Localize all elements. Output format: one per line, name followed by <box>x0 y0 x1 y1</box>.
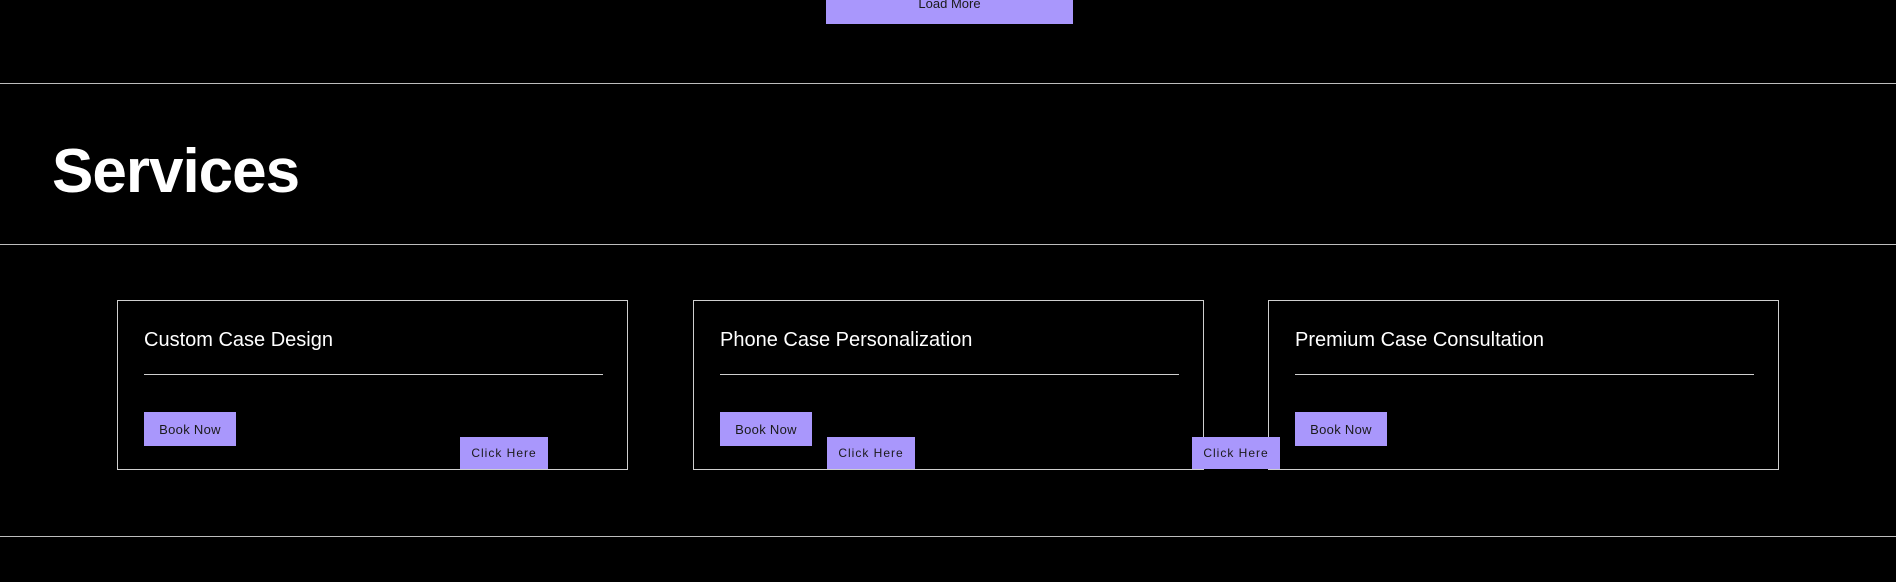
section-divider-bottom <box>0 536 1896 537</box>
service-card-custom-case-design: Custom Case Design Book Now <box>117 300 628 470</box>
service-card-phone-case-personalization: Phone Case Personalization Book Now <box>693 300 1204 470</box>
service-card-premium-case-consultation: Premium Case Consultation Book Now <box>1268 300 1779 470</box>
card-divider <box>1295 374 1754 375</box>
page: Load More Services Custom Case Design Bo… <box>0 0 1896 582</box>
card-divider <box>144 374 603 375</box>
click-here-button-2[interactable]: Click Here <box>827 437 915 469</box>
click-here-button-1[interactable]: Click Here <box>460 437 548 469</box>
book-now-button[interactable]: Book Now <box>1295 412 1387 446</box>
book-now-button[interactable]: Book Now <box>144 412 236 446</box>
section-divider-middle <box>0 244 1896 245</box>
book-now-button[interactable]: Book Now <box>720 412 812 446</box>
service-card-title: Custom Case Design <box>144 329 333 351</box>
card-divider <box>720 374 1179 375</box>
load-more-label: Load More <box>918 0 981 11</box>
click-here-button-3[interactable]: Click Here <box>1192 437 1280 469</box>
service-card-title: Premium Case Consultation <box>1295 329 1544 351</box>
load-more-button[interactable]: Load More <box>826 0 1073 24</box>
service-card-title: Phone Case Personalization <box>720 329 973 351</box>
section-divider-top <box>0 83 1896 84</box>
services-heading: Services <box>52 137 300 206</box>
